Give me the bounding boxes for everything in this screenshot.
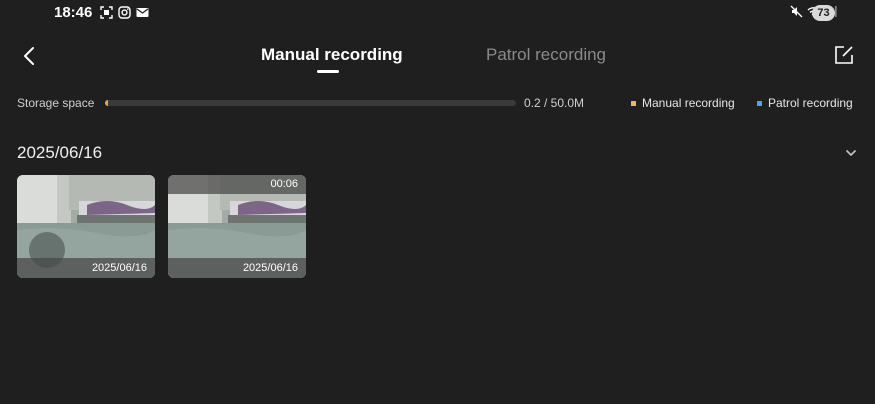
legend-manual-recording: Manual recording [631,96,735,110]
screenshot-icon [100,6,113,19]
storage-progress-fill [105,100,108,106]
legend-manual-label: Manual recording [642,96,735,110]
active-tab-indicator [317,70,339,73]
storage-space-value: 0.2 / 50.0M [524,96,585,110]
app-header: Manual recording Patrol recording [0,28,875,84]
recording-thumbnail[interactable]: 2025/06/16 [17,175,155,278]
edit-button[interactable] [833,44,855,66]
storage-space-label: Storage space [17,96,95,110]
recording-date-header: 2025/06/16 [17,143,103,162]
status-notification-icons [100,6,149,19]
mute-icon [790,5,803,18]
status-bar: 18:46 73 [0,0,875,28]
thumbnail-date-caption: 2025/06/16 [168,258,306,278]
storage-space-row: Storage space 0.2 / 50.0M Manual recordi… [0,92,875,114]
legend-dot-manual [631,100,636,106]
instagram-icon [118,6,131,19]
edit-icon [835,46,853,64]
legend-dot-patrol [757,100,762,106]
chevron-down-icon [846,150,856,156]
recording-thumbnail[interactable]: 00:06 2025/06/16 [168,175,306,278]
collapse-group-button[interactable] [844,146,858,160]
legend-patrol-recording: Patrol recording [757,96,853,110]
chevron-left-icon [24,47,34,65]
tab-patrol-recording[interactable]: Patrol recording [486,45,606,65]
back-button[interactable] [18,44,40,68]
mail-icon [136,8,149,17]
tab-manual-recording[interactable]: Manual recording [261,45,403,65]
status-time: 18:46 [54,4,93,21]
battery-indicator: 73 [812,5,835,21]
storage-progress-bar [105,100,516,106]
legend-patrol-label: Patrol recording [768,96,853,110]
thumbnail-date-caption: 2025/06/16 [17,258,155,278]
thumbnail-duration-badge: 00:06 [168,175,306,194]
